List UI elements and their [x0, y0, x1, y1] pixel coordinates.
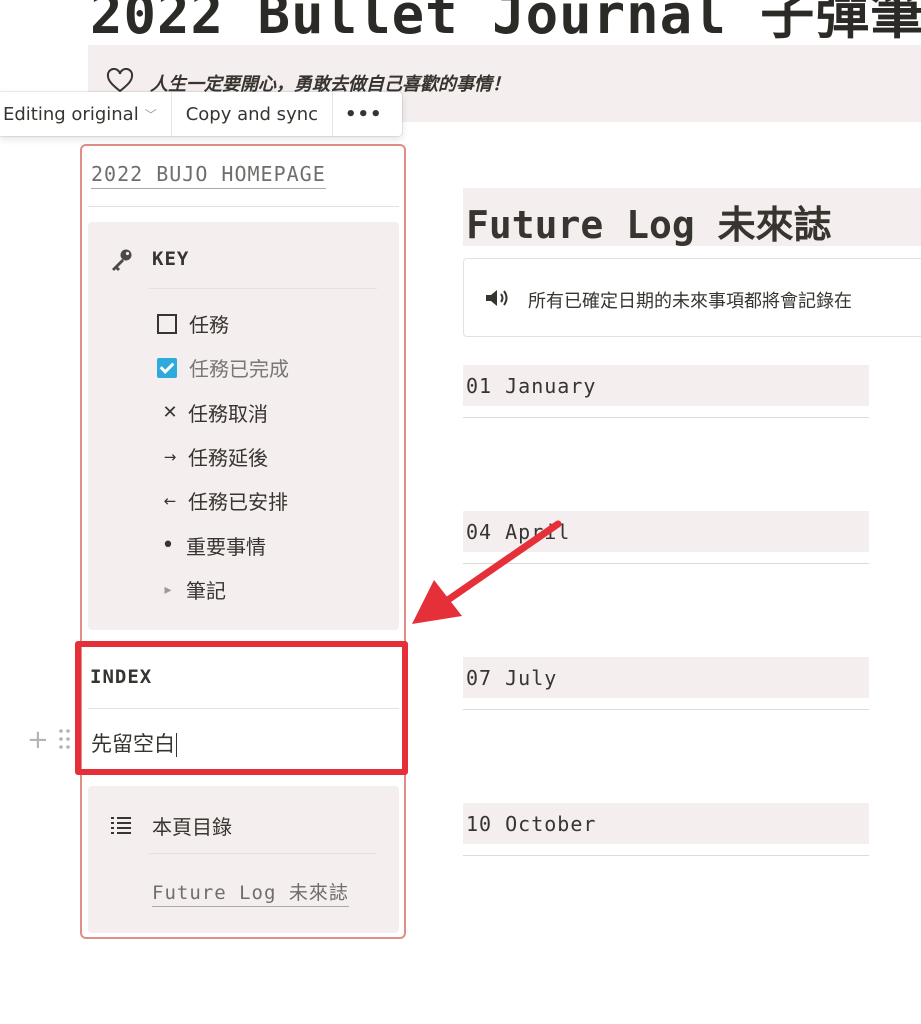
divider: [88, 206, 399, 207]
key-item-label: 任務已完成: [189, 357, 289, 381]
bullet-icon: •: [161, 533, 175, 558]
key-item-task-done: 任務已完成: [157, 353, 289, 382]
highlight-box: [75, 641, 408, 775]
key-item-label: 任務延後: [188, 446, 268, 470]
toc-callout: [88, 786, 399, 933]
checkbox-checked-icon: [157, 357, 177, 378]
key-item-label: 任務取消: [188, 402, 268, 426]
key-item-label: 重要事情: [186, 535, 266, 559]
editing-original-dropdown[interactable]: Editing original ﹀: [0, 92, 172, 136]
divider: [463, 855, 869, 856]
divider: [149, 853, 377, 854]
drag-handle-icon[interactable]: [58, 728, 72, 750]
divider: [463, 417, 869, 418]
cross-icon: ✕: [162, 402, 178, 423]
month-heading: 01 January: [466, 374, 597, 398]
key-item-task-cancelled: ✕ 任務取消: [162, 398, 268, 427]
list-icon: [111, 817, 131, 834]
speaker-icon: [486, 290, 508, 306]
toc-link-future-log[interactable]: Future Log 未來誌: [152, 878, 349, 907]
key-item-task-scheduled: ← 任務已安排: [162, 486, 288, 515]
page-title: 2022 Bullet Journal 子彈筆: [90, 0, 921, 46]
divider: [149, 288, 377, 289]
editing-original-label: Editing original: [3, 103, 139, 125]
key-icon: [112, 249, 132, 271]
divider: [463, 709, 869, 710]
synced-block-toolbar: Editing original ﹀ Copy and sync •••: [0, 92, 402, 136]
triangle-right-icon: ▸: [164, 581, 172, 598]
key-item-label: 任務已安排: [188, 490, 288, 514]
callout-text: 所有已確定日期的未來事項都將會記錄在: [528, 291, 852, 312]
key-item-important: • 重要事情: [160, 531, 267, 560]
more-options-button[interactable]: •••: [333, 92, 395, 136]
month-heading: 04 April: [466, 520, 571, 544]
divider: [463, 563, 869, 564]
heart-icon: [106, 68, 134, 93]
arrow-left-icon: ←: [163, 491, 177, 510]
key-title: KEY: [152, 248, 190, 270]
key-item-label: 筆記: [186, 579, 226, 603]
key-item-task: 任務: [157, 309, 229, 338]
copy-and-sync-button[interactable]: Copy and sync: [172, 92, 334, 136]
key-item-task-migrated: → 任務延後: [162, 442, 268, 471]
key-item-note: ▸ 筆記: [160, 575, 226, 604]
future-log-heading: Future Log 未來誌: [466, 203, 832, 247]
toc-title: 本頁目錄: [152, 815, 232, 839]
add-block-icon[interactable]: +: [27, 725, 49, 755]
checkbox-icon: [157, 313, 177, 334]
chevron-down-icon: ﹀: [144, 107, 157, 122]
arrow-right-icon: →: [163, 447, 177, 466]
key-item-label: 任務: [189, 313, 229, 337]
month-heading: 07 July: [466, 666, 558, 690]
month-heading: 10 October: [466, 812, 597, 836]
homepage-link[interactable]: 2022 BUJO HOMEPAGE: [91, 162, 326, 189]
